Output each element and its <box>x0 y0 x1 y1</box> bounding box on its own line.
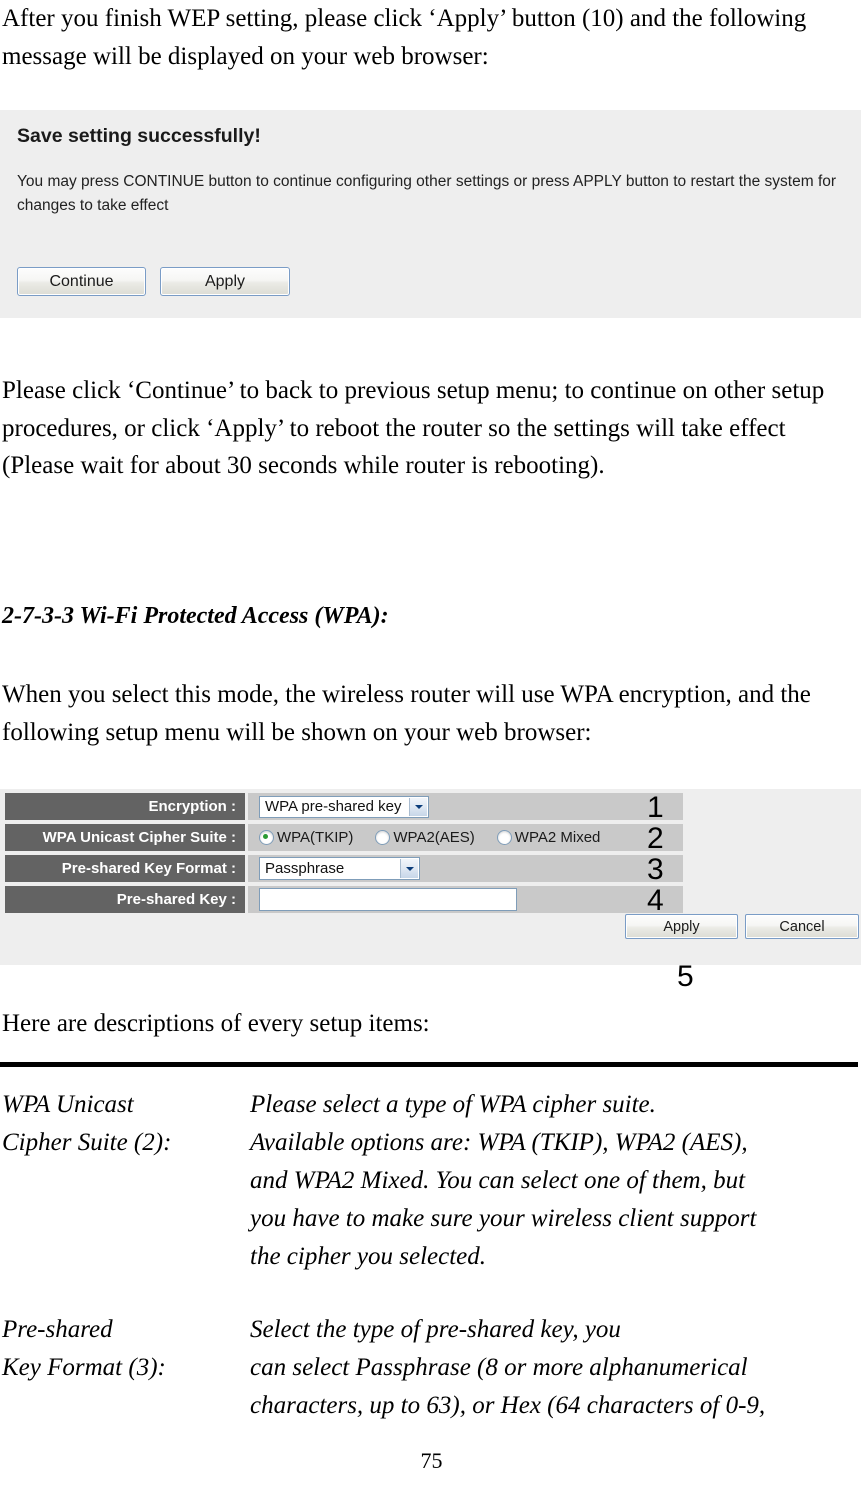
after-dialog-paragraph: Please click ‘Continue’ to back to previ… <box>2 377 825 479</box>
encryption-select-value: WPA pre-shared key <box>265 798 402 815</box>
wpa-cancel-button[interactable]: Cancel <box>745 914 859 939</box>
desc-text-1-line-5: the cipher you selected. <box>250 1243 487 1270</box>
radio-wpa2-aes-label: WPA2(AES) <box>393 829 475 846</box>
encryption-label: Encryption : <box>5 793 245 820</box>
wpa-apply-button[interactable]: Apply <box>625 914 738 939</box>
section-paragraph: When you select this mode, the wireless … <box>2 681 811 746</box>
preshared-key-value-cell <box>248 886 683 913</box>
desc-text-1-line-2: Available options are: WPA (TKIP), WPA2 … <box>250 1129 748 1156</box>
desc-text-1-line-1: Please select a type of WPA cipher suite… <box>250 1091 656 1118</box>
preshared-key-input[interactable] <box>259 888 517 911</box>
encryption-select[interactable]: WPA pre-shared key <box>259 795 429 818</box>
page-number: 75 <box>420 1448 443 1473</box>
wpa-row-key-format: Pre-shared Key Format : Passphrase <box>5 855 683 882</box>
wpa-setup-screenshot: Encryption : WPA pre-shared key WPA Unic… <box>0 789 861 965</box>
callout-5: 5 <box>677 960 694 993</box>
cipher-suite-label: WPA Unicast Cipher Suite : <box>5 824 245 851</box>
wpa-row-preshared-key: Pre-shared Key : <box>5 886 683 913</box>
desc-text-1-line-3: and WPA2 Mixed. You can select one of th… <box>250 1167 746 1194</box>
desc-text-2-line-1: Select the type of pre-shared key, you <box>250 1316 621 1343</box>
cipher-suite-radio-group: WPA(TKIP) WPA2(AES) WPA2 Mixed <box>259 829 600 846</box>
radio-wpa2-mixed[interactable]: WPA2 Mixed <box>496 829 601 846</box>
wpa-row-encryption: Encryption : WPA pre-shared key <box>5 793 683 820</box>
key-format-label: Pre-shared Key Format : <box>5 855 245 882</box>
key-format-select-value: Passphrase <box>265 860 345 877</box>
radio-indicator-icon <box>496 830 512 845</box>
desc-term-2-line-1: Pre-shared <box>2 1316 113 1343</box>
radio-wpa2-aes[interactable]: WPA2(AES) <box>375 829 475 846</box>
radio-indicator-icon <box>375 830 391 845</box>
desc-text-2-line-2: can select Passphrase (8 or more alphanu… <box>250 1354 748 1381</box>
save-setting-screenshot: Save setting successfully! You may press… <box>0 110 861 318</box>
save-dialog-message: You may press CONTINUE button to continu… <box>17 173 837 214</box>
chevron-down-icon[interactable] <box>400 859 418 878</box>
preshared-key-label: Pre-shared Key : <box>5 886 245 913</box>
radio-wpa2-mixed-label: WPA2 Mixed <box>514 829 601 846</box>
intro-paragraph: After you finish WEP setting, please cli… <box>2 5 807 70</box>
callout-1: 1 <box>647 791 664 824</box>
desc-term-1-line-2: Cipher Suite (2): <box>2 1129 172 1156</box>
descriptions-lead: Here are descriptions of every setup ite… <box>2 1010 430 1037</box>
callout-4: 4 <box>647 884 664 917</box>
radio-indicator-icon <box>259 830 274 845</box>
radio-wpa-tkip-label: WPA(TKIP) <box>277 829 354 846</box>
section-heading: 2-7-3-3 Wi-Fi Protected Access (WPA): <box>2 603 389 629</box>
continue-button[interactable]: Continue <box>17 267 146 296</box>
callout-2: 2 <box>647 822 664 855</box>
key-format-select[interactable]: Passphrase <box>259 857 420 880</box>
desc-text-1-line-4: you have to make sure your wireless clie… <box>250 1205 757 1232</box>
desc-term-1-line-1: WPA Unicast <box>2 1091 134 1118</box>
desc-term-2-line-2: Key Format (3): <box>2 1354 166 1381</box>
encryption-value-cell: WPA pre-shared key <box>248 793 683 820</box>
cipher-suite-value-cell: WPA(TKIP) WPA2(AES) WPA2 Mixed <box>248 824 683 851</box>
apply-button[interactable]: Apply <box>160 267 290 296</box>
chevron-down-icon[interactable] <box>409 797 427 816</box>
callout-3: 3 <box>647 853 664 886</box>
wpa-row-cipher-suite: WPA Unicast Cipher Suite : WPA(TKIP) WPA… <box>5 824 683 851</box>
save-dialog-title: Save setting successfully! <box>17 125 261 147</box>
radio-wpa-tkip[interactable]: WPA(TKIP) <box>259 829 353 846</box>
horizontal-divider <box>0 1062 858 1067</box>
key-format-value-cell: Passphrase <box>248 855 683 882</box>
desc-text-2-line-3: characters, up to 63), or Hex (64 charac… <box>250 1392 766 1419</box>
